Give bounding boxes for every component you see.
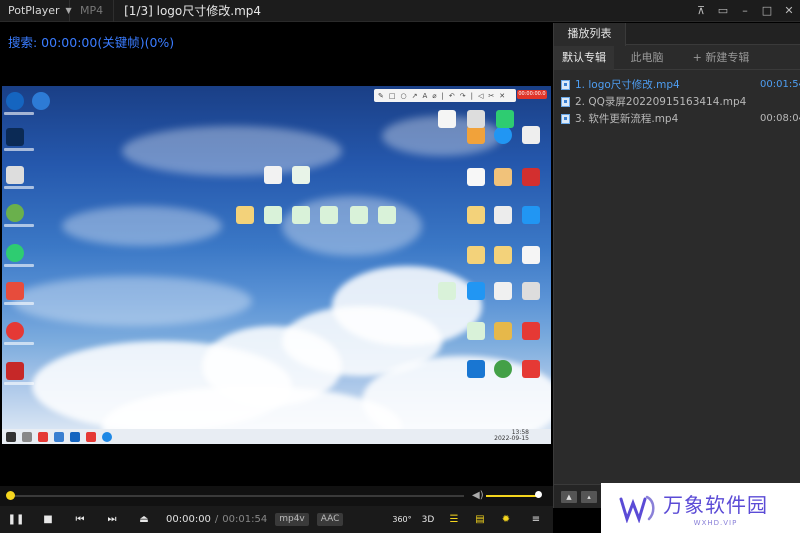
video-frame: ✎ □ ○ ↗ A ⌀ | ↶ ↷ | ◁ ✂ ✕ 00:00:00.0 13:58 2022-09-1…	[2, 86, 551, 444]
tab-playlist[interactable]: 播放列表	[554, 23, 626, 46]
playlist-items: 1. logo尺寸修改.mp4 00:01:54 2. QQ录屏20220915…	[554, 70, 800, 127]
close-icon[interactable]: ✕	[778, 0, 800, 22]
maximize-icon[interactable]: □	[756, 0, 778, 22]
app-name: PotPlayer	[8, 4, 60, 17]
playlist-item[interactable]: 1. logo尺寸修改.mp4 00:01:54	[554, 76, 800, 93]
stop-icon[interactable]: ■	[32, 506, 64, 533]
pin-icon[interactable]: ⊼	[690, 0, 712, 22]
subtitle-icon[interactable]: ▤	[467, 506, 493, 533]
seek-bar[interactable]	[8, 495, 464, 497]
eject-icon[interactable]: ⏏	[128, 506, 160, 533]
title-bar: PotPlayer ▼ MP4 [1/3] logo尺寸修改.mp4 ⊼ ▭ –…	[0, 0, 800, 22]
menu-icon[interactable]: ≡	[519, 506, 553, 533]
video-codec-badge[interactable]: mp4v	[275, 513, 309, 526]
album-tab-new[interactable]: + 新建专辑	[680, 46, 762, 70]
seek-row: ◀)	[0, 486, 553, 506]
playlist-item[interactable]: 2. QQ录屏20220915163414.mp4	[554, 93, 800, 110]
playlist-add-icon[interactable]: ▲	[561, 490, 577, 503]
pause-icon[interactable]: ❚❚	[0, 506, 32, 533]
app-menu-button[interactable]: PotPlayer ▼	[0, 0, 72, 22]
video-area[interactable]: 搜索: 00:00:00(关键帧)(0%) ✎ □ ○ ↗ A ⌀ | ↶ ↷ …	[0, 23, 553, 485]
total-time: 00:01:54	[222, 514, 268, 525]
video-file-icon	[561, 113, 570, 124]
control-bar: ❚❚ ■ ⏮ ⏭ ⏏ 00:00:00 / 00:01:54 mp4v AAC …	[0, 506, 553, 533]
playlist-item[interactable]: 3. 软件更新流程.mp4 00:08:04	[554, 110, 800, 127]
recorder-timer: 00:00:00.0	[517, 90, 547, 99]
next-icon[interactable]: ⏭	[96, 506, 128, 533]
audio-codec-badge[interactable]: AAC	[316, 513, 344, 526]
video-file-icon	[561, 96, 570, 107]
recorder-toolbar: ✎ □ ○ ↗ A ⌀ | ↶ ↷ | ◁ ✂ ✕	[374, 89, 516, 102]
vr-360-button[interactable]: 360°	[389, 506, 415, 533]
playlist-menu-icon[interactable]: ▴	[581, 490, 597, 503]
settings-gear-icon[interactable]: ✹	[493, 506, 519, 533]
current-time: 00:00:00	[166, 514, 211, 525]
playlist-panel: 播放列表 默认专辑 此电脑 + 新建专辑 1. logo尺寸修改.mp4 00:…	[553, 23, 800, 508]
restore-icon[interactable]: ▭	[712, 0, 734, 22]
volume-handle[interactable]	[535, 491, 542, 498]
3d-button[interactable]: 3D	[415, 506, 441, 533]
desktop-clock: 13:58 2022-09-15	[494, 429, 529, 442]
volume-slider[interactable]	[486, 495, 538, 497]
osd-seek-text: 搜索: 00:00:00(关键帧)(0%)	[8, 35, 175, 50]
seek-handle[interactable]	[6, 491, 15, 500]
video-file-icon	[561, 79, 570, 90]
watermark-icon	[619, 493, 659, 524]
watermark-logo: 万象软件园 WXHD.VIP	[601, 483, 800, 533]
volume-icon[interactable]: ◀)	[472, 490, 484, 501]
watermark-title: 万象软件园	[663, 493, 768, 517]
album-tab-default[interactable]: 默认专辑	[554, 46, 614, 70]
window-title: [1/3] logo尺寸修改.mp4	[124, 4, 262, 18]
time-separator: /	[214, 514, 219, 525]
format-label: MP4	[70, 0, 115, 22]
previous-icon[interactable]: ⏮	[64, 506, 96, 533]
watermark-sub: WXHD.VIP	[693, 519, 738, 527]
album-tab-this-pc[interactable]: 此电脑	[614, 46, 680, 70]
desktop-taskbar	[2, 429, 551, 444]
playlist-search-icon[interactable]: ☰	[441, 506, 467, 533]
minimize-icon[interactable]: –	[734, 0, 756, 22]
